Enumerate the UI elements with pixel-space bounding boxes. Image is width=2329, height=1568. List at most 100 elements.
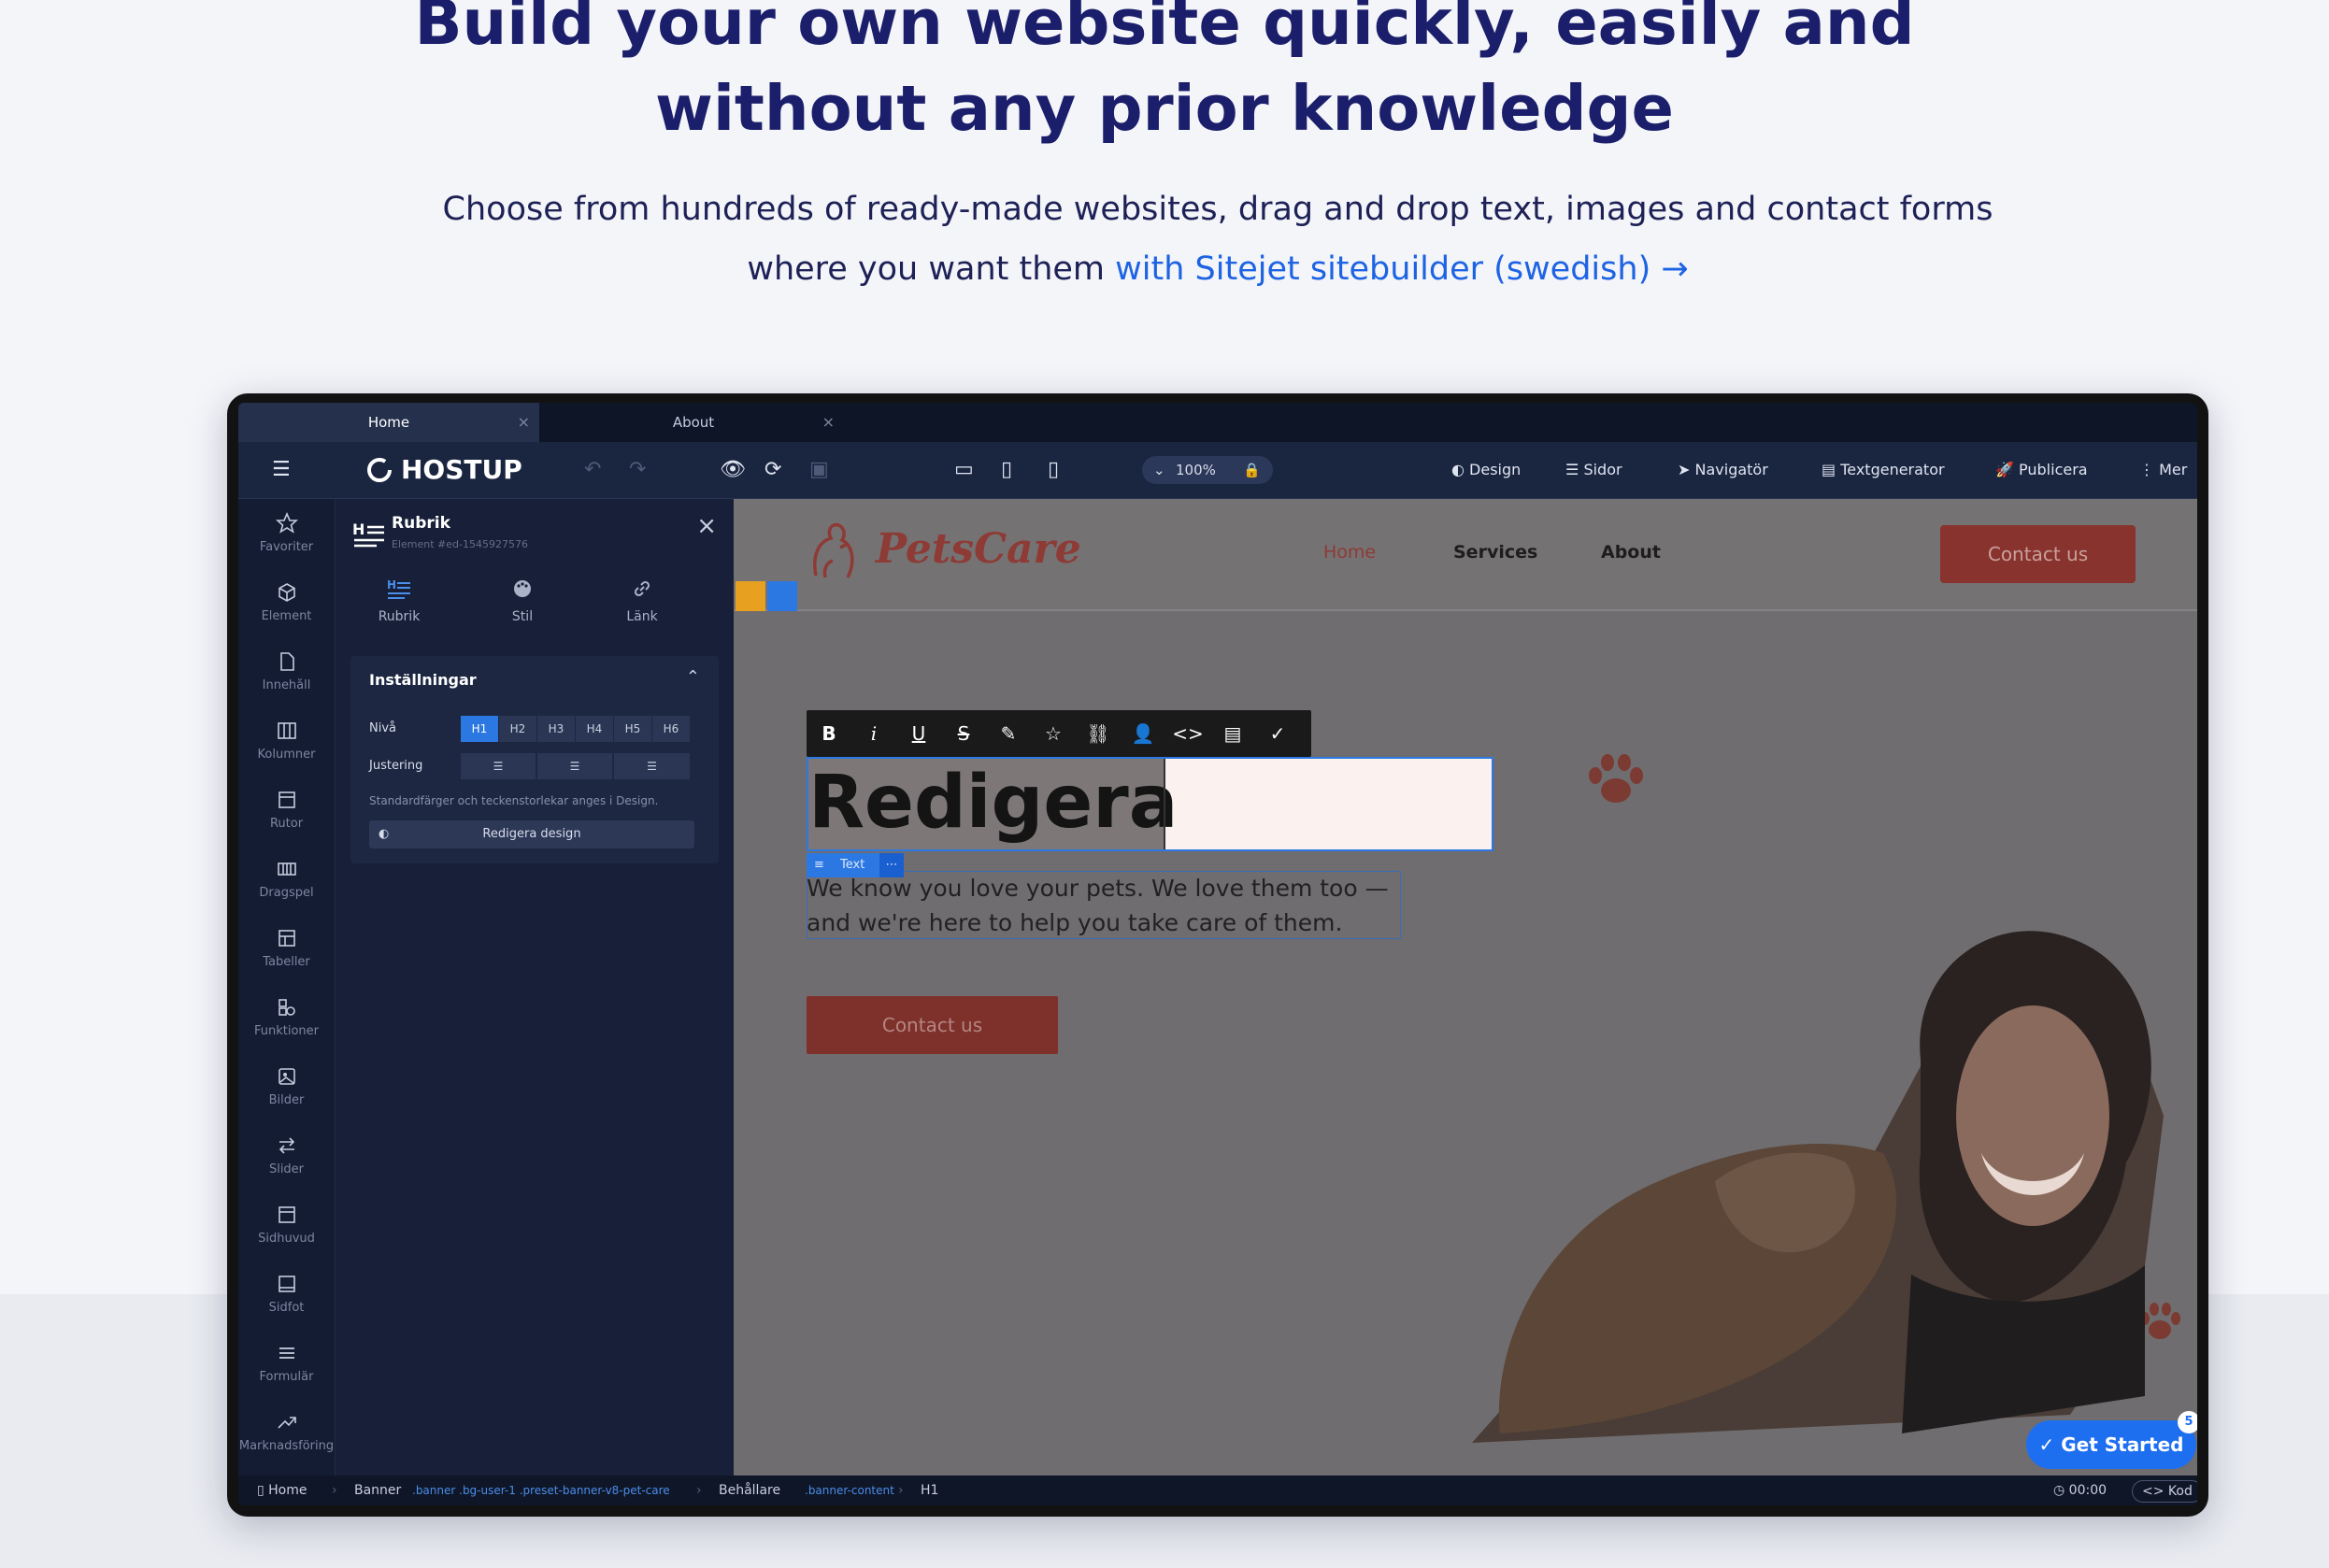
image-icon <box>278 1068 295 1085</box>
design-button[interactable]: ◐ Design <box>1451 442 1521 498</box>
level-h2-button[interactable]: H2 <box>499 716 536 742</box>
align-left-button[interactable]: ☰ <box>461 753 536 779</box>
tablet-view-icon[interactable]: ▯ <box>1001 442 1012 498</box>
get-started-button[interactable]: ✓ Get Started <box>2026 1420 2196 1469</box>
publish-button[interactable]: 🚀 Publicera <box>1995 442 2088 498</box>
panel-tab-rubrik[interactable]: H Rubrik <box>352 577 446 624</box>
sidebar-item-kolumner[interactable]: Kolumner <box>238 720 335 762</box>
textgenerator-button[interactable]: ▤ Textgenerator <box>1822 442 1945 498</box>
breadcrumb-h1[interactable]: H1 <box>921 1475 938 1505</box>
tab-about-label: About <box>672 414 715 431</box>
panel-tab-stil[interactable]: Stil <box>476 577 569 624</box>
sidebar-item-funktioner[interactable]: Funktioner <box>238 996 335 1038</box>
undo-icon[interactable]: ↶ <box>584 442 601 498</box>
sidebar-label: Sidfot <box>268 1301 305 1315</box>
sidebar-item-bilder[interactable]: Bilder <box>238 1065 335 1107</box>
close-icon[interactable]: × <box>822 403 835 442</box>
breadcrumb-container[interactable]: Behållare <box>719 1475 780 1505</box>
preview-eye-icon[interactable]: 👁 <box>720 442 746 498</box>
code-button[interactable]: <> Kod <box>2132 1480 2197 1503</box>
check-icon[interactable]: ✓ <box>1255 710 1300 757</box>
star-icon[interactable]: ☆ <box>1031 710 1076 757</box>
site-nav-about[interactable]: About <box>1601 542 1661 563</box>
sidebar-item-slider[interactable]: Slider <box>238 1134 335 1176</box>
navigator-button[interactable]: ➤ Navigatör <box>1678 442 1768 498</box>
level-h6-button[interactable]: H6 <box>652 716 690 742</box>
section-handle-icon[interactable] <box>736 581 765 611</box>
tab-home[interactable]: Home × <box>238 403 539 442</box>
link-icon <box>634 580 650 597</box>
sitejet-link[interactable]: with Sitejet sitebuilder (swedish) → <box>1115 250 1689 288</box>
hero-title-line-1: Build your own website quickly, easily a… <box>414 0 1915 59</box>
align-right-icon: ☰ <box>647 760 657 773</box>
level-h4-button[interactable]: H4 <box>576 716 613 742</box>
text-element-tag[interactable]: ≡ Text ⋯ <box>807 853 904 877</box>
paragraph[interactable]: We know you love your pets. We love them… <box>807 871 1461 940</box>
sidor-button[interactable]: ☰ Sidor <box>1565 442 1622 498</box>
sidebar-label: Funktioner <box>253 1024 320 1038</box>
cube-icon <box>278 583 295 602</box>
site-contact-button[interactable]: Contact us <box>1940 525 2136 583</box>
breadcrumb-home[interactable]: ▯ Home <box>257 1475 307 1505</box>
form-lines-icon <box>279 1347 294 1359</box>
site-nav-services[interactable]: Services <box>1453 542 1537 563</box>
desktop-view-icon[interactable]: ▭ <box>954 442 974 498</box>
more-vertical-icon: ⋮ <box>2139 461 2160 478</box>
sidebar-item-element[interactable]: Element <box>238 581 335 623</box>
heading-edit-box[interactable]: Redigera <box>807 757 1493 851</box>
hero-title: Build your own website quickly, easily a… <box>0 0 2329 151</box>
sidebar-item-rutor[interactable]: Rutor <box>238 789 335 831</box>
panel-title: Rubrik <box>392 514 450 533</box>
more-button[interactable]: ⋮ Mer <box>2139 442 2187 498</box>
tab-about[interactable]: About × <box>543 403 844 442</box>
sidebar-item-sidfot[interactable]: Sidfot <box>238 1273 335 1315</box>
close-icon[interactable]: × <box>518 403 530 442</box>
properties-panel: H Rubrik Element #ed-1545927576 × H Rubr… <box>336 499 734 1475</box>
panel-tab-lank[interactable]: Länk <box>595 577 689 624</box>
strikethrough-icon[interactable]: S <box>941 710 986 757</box>
settings-section: Inställningar ⌃ Nivå H1 H2 H3 H4 H5 H6 J… <box>350 656 719 863</box>
timer: ◷ 00:00 <box>2053 1475 2107 1505</box>
redo-icon[interactable]: ↷ <box>629 442 646 498</box>
mobile-view-icon[interactable]: ▯ <box>1048 442 1059 498</box>
hero-contact-button[interactable]: Contact us <box>807 996 1058 1054</box>
chevron-up-icon[interactable]: ⌃ <box>686 667 700 687</box>
refresh-icon[interactable]: ⟳ <box>764 442 781 498</box>
align-right-button[interactable]: ☰ <box>614 753 690 779</box>
sidebar-label: Rutor <box>269 817 304 831</box>
sidebar-item-favoriter[interactable]: Favoriter <box>238 512 335 554</box>
site-nav-home[interactable]: Home <box>1323 542 1376 563</box>
document-icon[interactable]: ▤ <box>1210 710 1255 757</box>
sidebar-item-innehall[interactable]: Innehåll <box>238 650 335 692</box>
save-icon[interactable]: ▣ <box>809 442 829 498</box>
zoom-control[interactable]: ⌄ 100% 🔒 <box>1142 456 1273 484</box>
edit-design-button[interactable]: ◐ Redigera design <box>369 820 694 848</box>
sidebar-item-formular[interactable]: Formulär <box>238 1342 335 1384</box>
hamburger-menu-icon[interactable]: ☰ <box>272 442 291 498</box>
underline-icon[interactable]: U <box>896 710 941 757</box>
page-icon: ▯ <box>257 1483 269 1498</box>
sidebar-item-dragspel[interactable]: Dragspel <box>238 858 335 900</box>
site-brand[interactable]: PetsCare <box>876 525 1081 573</box>
code-icon[interactable]: <> <box>1165 710 1210 757</box>
table-icon <box>278 930 295 947</box>
person-dropdown-icon[interactable]: 👤 <box>1121 710 1165 757</box>
breadcrumb-banner[interactable]: Banner <box>354 1475 401 1505</box>
italic-icon[interactable]: i <box>851 710 896 757</box>
close-icon[interactable]: × <box>696 512 717 540</box>
link-icon[interactable]: ⛓ <box>1076 710 1121 757</box>
align-center-button[interactable]: ☰ <box>537 753 612 779</box>
container-handle-icon[interactable] <box>767 581 797 611</box>
sidebar-item-marknadsforing[interactable]: Marknadsföring <box>238 1411 335 1453</box>
settings-note: Standardfärger och teckenstorlekar anges… <box>369 794 659 807</box>
sidebar-item-tabeller[interactable]: Tabeller <box>238 927 335 969</box>
heading-text[interactable]: Redigera <box>808 761 1178 845</box>
level-h5-button[interactable]: H5 <box>614 716 651 742</box>
more-horizontal-icon[interactable]: ⋯ <box>879 853 904 877</box>
level-h1-button[interactable]: H1 <box>461 716 498 742</box>
level-h3-button[interactable]: H3 <box>537 716 575 742</box>
brush-icon[interactable]: ✎ <box>986 710 1031 757</box>
lock-icon[interactable]: 🔒 <box>1243 456 1261 484</box>
sidebar-item-sidhuvud[interactable]: Sidhuvud <box>238 1204 335 1246</box>
bold-icon[interactable]: B <box>807 710 851 757</box>
